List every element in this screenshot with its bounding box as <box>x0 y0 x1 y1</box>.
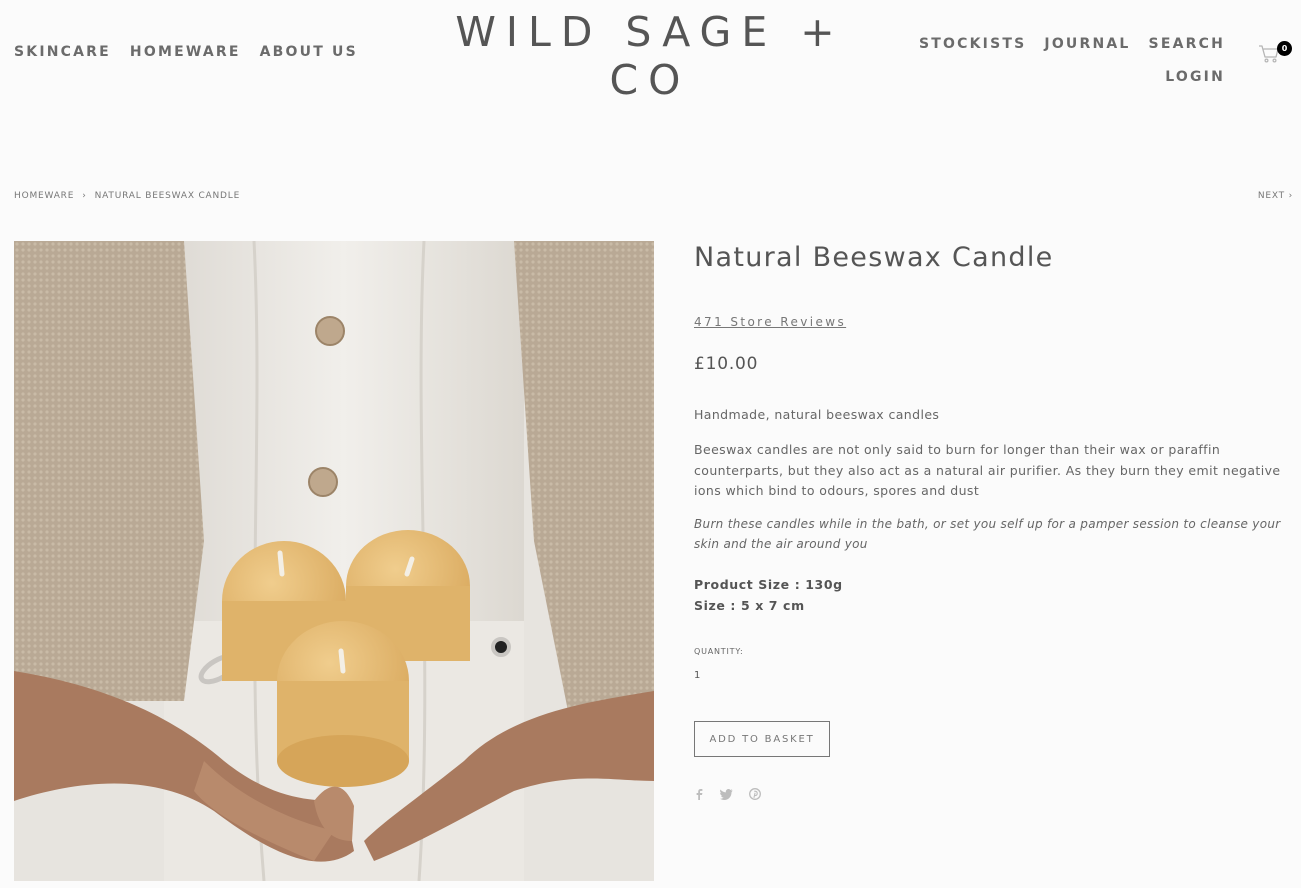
quantity-input[interactable]: 1 <box>694 670 700 681</box>
product-photo-illustration <box>14 241 654 881</box>
store-reviews-link[interactable]: 471 Store Reviews <box>694 315 846 329</box>
quantity-label: QUANTITY: <box>694 647 744 656</box>
product-specs: Product Size : 130g Size : 5 x 7 cm <box>694 574 843 616</box>
product-description-short: Handmade, natural beeswax candles <box>694 407 940 422</box>
product-image[interactable] <box>14 241 654 881</box>
breadcrumb: HOMEWARE › NATURAL BEESWAX CANDLE <box>14 191 240 201</box>
share-icons <box>694 788 761 800</box>
product-price: £10.00 <box>694 354 759 374</box>
site-logo[interactable]: WILD SAGE + CO <box>440 8 860 104</box>
breadcrumb-current: NATURAL BEESWAX CANDLE <box>94 191 241 201</box>
nav-stockists[interactable]: STOCKISTS <box>919 28 1026 61</box>
product-description-italic: Burn these candles while in the bath, or… <box>694 517 1281 551</box>
nav-homeware[interactable]: HOMEWARE <box>130 44 241 60</box>
spec-product-size: Product Size : 130g <box>694 577 843 592</box>
pinterest-icon[interactable] <box>749 788 761 800</box>
product-title: Natural Beeswax Candle <box>694 242 1054 273</box>
nav-login[interactable]: LOGIN <box>1165 61 1225 94</box>
logo-line-2: CO <box>609 56 691 104</box>
product-description-long: Beeswax candles are not only said to bur… <box>694 442 1281 498</box>
twitter-icon[interactable] <box>720 788 733 800</box>
cart-count-badge: 0 <box>1277 41 1292 56</box>
logo-line-1: WILD SAGE + <box>455 8 845 56</box>
primary-nav-left: SKINCARE HOMEWARE ABOUT US <box>14 44 358 60</box>
facebook-icon[interactable] <box>694 788 704 800</box>
spec-dimensions: Size : 5 x 7 cm <box>694 598 805 613</box>
next-product-link[interactable]: NEXT › <box>1258 191 1293 201</box>
primary-nav-right: STOCKISTS JOURNAL SEARCH LOGIN <box>919 28 1225 94</box>
nav-journal[interactable]: JOURNAL <box>1044 28 1130 61</box>
nav-search[interactable]: SEARCH <box>1149 28 1225 61</box>
product-info: Natural Beeswax Candle 471 Store Reviews… <box>694 241 1284 800</box>
nav-about-us[interactable]: ABOUT US <box>260 44 358 60</box>
breadcrumb-homeware[interactable]: HOMEWARE <box>14 191 74 201</box>
add-to-basket-button[interactable]: ADD TO BASKET <box>694 721 830 757</box>
nav-skincare[interactable]: SKINCARE <box>14 44 111 60</box>
cart-button[interactable]: 0 <box>1258 41 1292 67</box>
breadcrumb-separator: › <box>82 191 87 201</box>
